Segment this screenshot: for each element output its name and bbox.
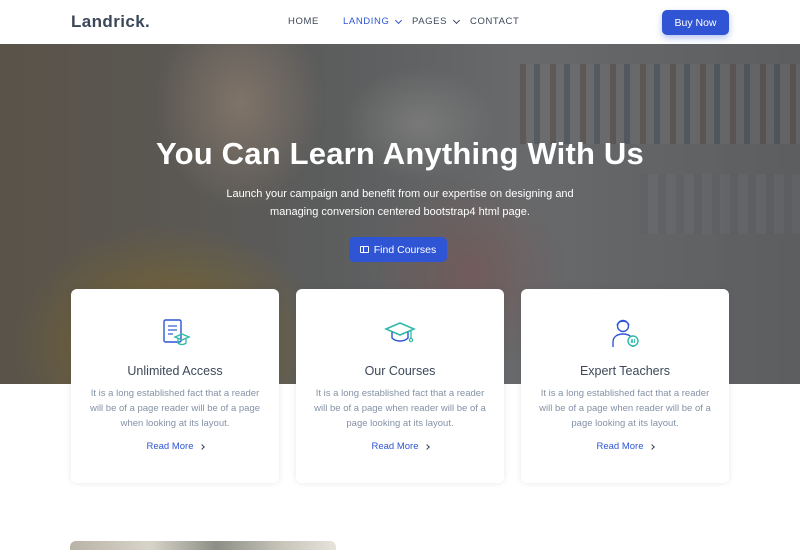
read-more-label: Read More: [146, 441, 194, 452]
feature-card-expert-teachers: Expert Teachers It is a long established…: [521, 289, 729, 483]
chevron-right-icon: [648, 443, 655, 450]
nav-landing[interactable]: LANDING: [343, 16, 403, 27]
feature-text: It is a long established fact that a rea…: [314, 388, 486, 429]
hero-subtitle: Launch your campaign and benefit from ou…: [200, 185, 600, 221]
nav-contact[interactable]: CONTACT: [470, 16, 519, 27]
feature-text: It is a long established fact that a rea…: [539, 388, 711, 429]
read-more-label: Read More: [371, 441, 419, 452]
navbar: Landrick. HOME LANDING PAGES CONTACT Buy…: [0, 0, 800, 44]
read-more-label: Read More: [596, 441, 644, 452]
chevron-right-icon: [198, 443, 205, 450]
feature-title: Unlimited Access: [127, 364, 223, 378]
nav-home-label: HOME: [288, 16, 319, 27]
nav-home[interactable]: HOME: [288, 16, 319, 27]
nav-pages[interactable]: PAGES: [412, 16, 461, 27]
teacher-avatar-icon: [612, 319, 639, 347]
certificate-document-icon: [163, 319, 191, 346]
feature-card-unlimited-access: Unlimited Access It is a long establishe…: [71, 289, 279, 483]
section-image-preview: [70, 541, 336, 550]
read-more-link[interactable]: Read More: [521, 441, 729, 452]
book-icon: [359, 246, 369, 253]
feature-card-our-courses: Our Courses It is a long established fac…: [296, 289, 504, 483]
find-courses-button[interactable]: Find Courses: [349, 237, 447, 262]
nav-landing-label: LANDING: [343, 16, 390, 27]
nav-pages-label: PAGES: [412, 16, 448, 27]
chevron-right-icon: [423, 443, 430, 450]
read-more-link[interactable]: Read More: [296, 441, 504, 452]
find-courses-label: Find Courses: [373, 243, 437, 256]
nav-contact-label: CONTACT: [470, 16, 520, 27]
feature-title: Our Courses: [364, 364, 436, 378]
hero-subtitle-line-1: Launch your campaign and benefit from ou…: [226, 188, 574, 200]
feature-text: It is a long established fact that a rea…: [89, 388, 261, 429]
hero-title: You Can Learn Anything With Us: [156, 136, 644, 171]
buy-now-button[interactable]: Buy Now: [662, 10, 729, 35]
chevron-down-icon: [452, 16, 461, 24]
graduation-cap-icon: [384, 322, 416, 343]
read-more-link[interactable]: Read More: [71, 441, 279, 452]
feature-title: Expert Teachers: [579, 364, 671, 378]
hero-subtitle-line-2: managing conversion centered bootstrap4 …: [270, 206, 530, 218]
chevron-down-icon: [395, 16, 403, 24]
